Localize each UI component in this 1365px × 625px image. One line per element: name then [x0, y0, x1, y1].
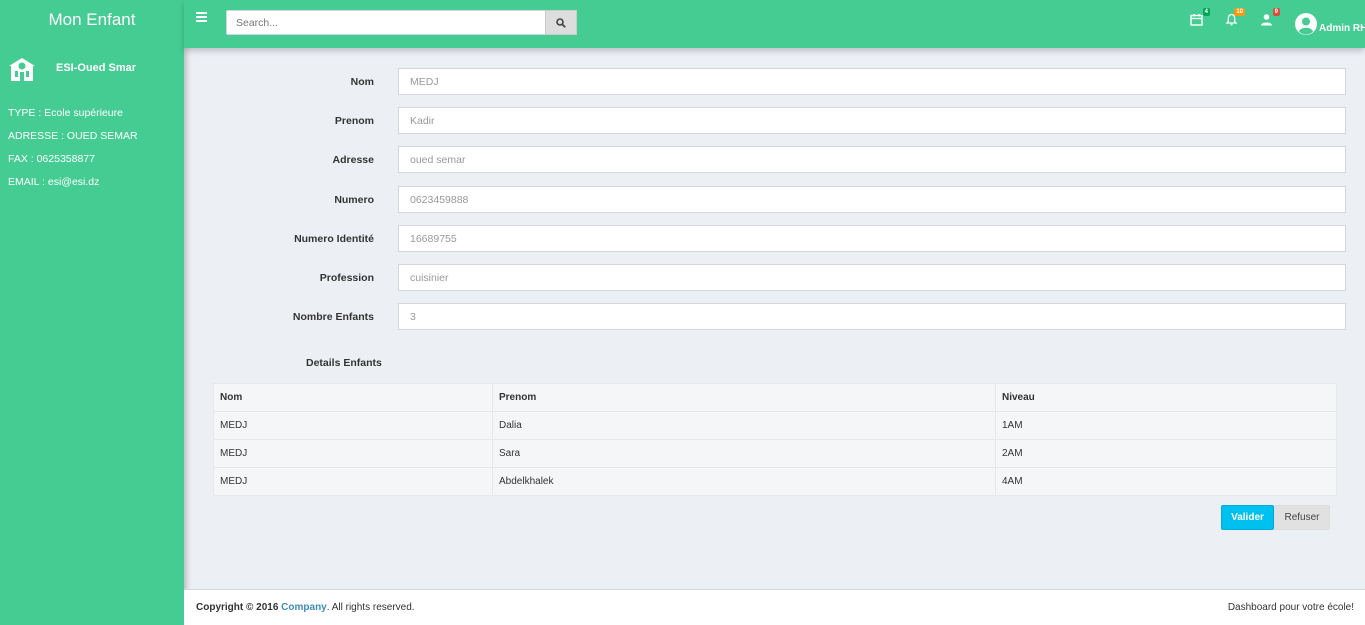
numero-identite-field[interactable]	[398, 225, 1346, 252]
table-cell: MEDJ	[213, 439, 493, 468]
form-row-profession: Profession	[184, 264, 1365, 292]
school-info: TYPE : Ecole supérieure ADRESSE : OUED S…	[0, 106, 184, 198]
menu-toggle-icon[interactable]	[196, 12, 207, 22]
nom-field[interactable]	[398, 68, 1346, 95]
avatar-icon[interactable]	[1295, 13, 1317, 35]
table-row: MEDJ Sara 2AM	[213, 439, 1337, 468]
school-name: ESI-Oued Smar	[56, 62, 137, 74]
column-header-niveau: Niveau	[995, 383, 1337, 412]
refuse-button[interactable]: Refuser	[1274, 505, 1330, 530]
calendar-button[interactable]: 4	[1190, 8, 1210, 27]
copyright: Copyright © 2016 Company. All rights res…	[196, 602, 415, 613]
numero-field[interactable]	[398, 186, 1346, 213]
children-section-title: Details Enfants	[306, 357, 382, 369]
table-cell: 4AM	[995, 467, 1337, 496]
copyright-rights: . All rights reserved.	[326, 602, 415, 613]
notifications-button[interactable]: 10	[1225, 8, 1245, 27]
children-table: Nom Prenom Niveau MEDJ Dalia 1AM MEDJ Sa…	[213, 383, 1337, 496]
field-label: Adresse	[332, 154, 374, 166]
form-row-prenom: Prenom	[184, 107, 1365, 135]
field-label: Nombre Enfants	[292, 311, 374, 323]
nombre-enfants-field[interactable]	[398, 303, 1346, 330]
search-input[interactable]	[226, 10, 546, 35]
table-cell: Dalia	[492, 411, 996, 440]
users-button[interactable]: 9	[1260, 8, 1280, 27]
sidebar: Mon Enfant ESI-Oued Smar TYPE : Ecole su…	[0, 0, 184, 625]
profession-field[interactable]	[398, 264, 1346, 291]
form-row-nombre-enfants: Nombre Enfants	[184, 303, 1365, 331]
column-header-nom: Nom	[213, 383, 493, 412]
form-row-numero-identite: Numero Identité	[184, 225, 1365, 253]
footer: Copyright © 2016 Company. All rights res…	[184, 589, 1365, 625]
table-cell: Abdelkhalek	[492, 467, 996, 496]
calendar-badge: 4	[1202, 8, 1210, 16]
table-cell: MEDJ	[213, 467, 493, 496]
school-type: TYPE : Ecole supérieure	[8, 107, 123, 119]
column-header-prenom: Prenom	[492, 383, 996, 412]
form-row-numero: Numero	[184, 186, 1365, 214]
table-cell: Sara	[492, 439, 996, 468]
table-cell: 1AM	[995, 411, 1337, 440]
table-header-row: Nom Prenom Niveau	[213, 383, 1337, 412]
table-row: MEDJ Dalia 1AM	[213, 411, 1337, 440]
school-email: EMAIL : esi@esi.dz	[8, 176, 100, 188]
field-label: Profession	[319, 272, 374, 284]
search-button[interactable]	[545, 10, 577, 35]
adresse-field[interactable]	[398, 146, 1346, 173]
school-header: ESI-Oued Smar	[0, 52, 184, 96]
validate-button[interactable]: Valider	[1221, 505, 1274, 530]
topbar: 4 10 9 Admin RH	[184, 0, 1365, 48]
users-badge: 9	[1272, 8, 1280, 16]
search-icon	[556, 17, 566, 28]
field-label: Nom	[350, 76, 374, 88]
footer-tagline: Dashboard pour votre école!	[1227, 602, 1354, 613]
prenom-field[interactable]	[398, 107, 1346, 134]
app-brand[interactable]: Mon Enfant	[0, 0, 184, 48]
user-icon	[1261, 14, 1272, 26]
calendar-icon	[1190, 14, 1203, 26]
table-row: MEDJ Abdelkhalek 4AM	[213, 467, 1337, 496]
company-link[interactable]: Company	[281, 602, 327, 613]
school-address: ADRESSE : OUED SEMAR	[8, 130, 138, 142]
table-cell: 2AM	[995, 439, 1337, 468]
school-fax: FAX : 0625358877	[8, 153, 95, 165]
school-icon	[9, 58, 35, 81]
copyright-prefix: Copyright © 2016	[196, 602, 279, 613]
form-row-nom: Nom	[184, 68, 1365, 96]
user-name[interactable]: Admin RH	[1319, 23, 1365, 34]
field-label: Numero	[334, 194, 374, 206]
notifications-badge: 10	[1234, 8, 1245, 16]
field-label: Numero Identité	[294, 233, 374, 245]
form-row-adresse: Adresse	[184, 146, 1365, 174]
field-label: Prenom	[334, 115, 374, 127]
table-cell: MEDJ	[213, 411, 493, 440]
